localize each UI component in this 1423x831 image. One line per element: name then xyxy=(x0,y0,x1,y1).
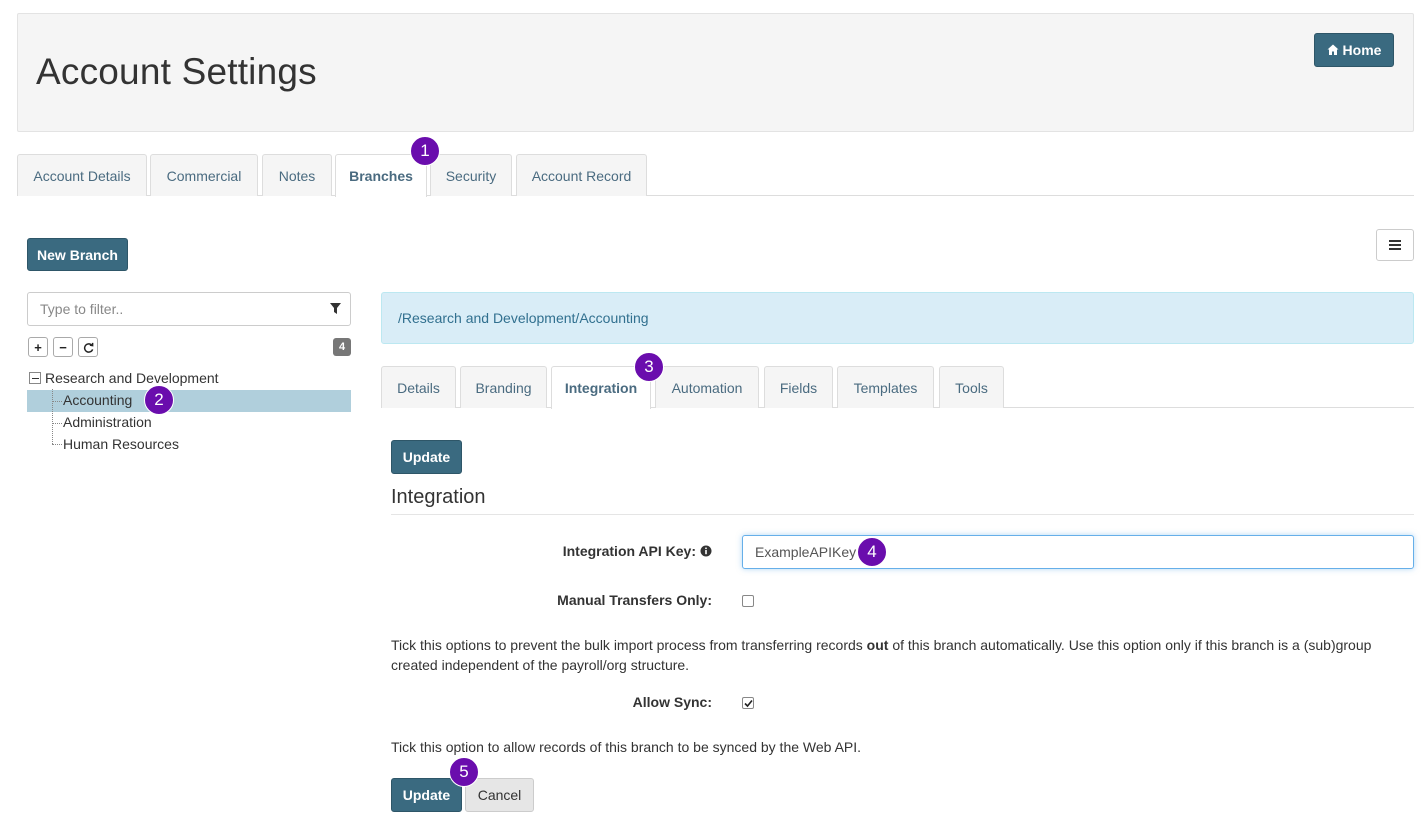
tab-fields[interactable]: Fields xyxy=(764,366,833,408)
api-key-input-wrapper xyxy=(742,535,1414,569)
api-key-input[interactable] xyxy=(743,536,1413,568)
tree-connector xyxy=(52,401,62,402)
branch-count-badge: 4 xyxy=(333,338,351,356)
checkmark-icon xyxy=(743,699,753,707)
tab-label: Templates xyxy=(853,379,918,396)
tree-node-accounting[interactable]: Accounting xyxy=(63,389,132,411)
tab-account-details[interactable]: Account Details xyxy=(17,154,147,196)
hamburger-icon xyxy=(1389,240,1401,250)
tab-label: Notes xyxy=(278,167,316,184)
menu-button[interactable] xyxy=(1376,229,1414,261)
tab-label: Security xyxy=(445,167,497,184)
home-button-label: Home xyxy=(1342,42,1382,58)
tab-label: Account Details xyxy=(33,167,131,184)
branch-path: /Research and Development/Accounting xyxy=(398,310,649,326)
tab-templates[interactable]: Templates xyxy=(837,366,934,408)
manual-transfers-checkbox[interactable] xyxy=(742,595,754,607)
help-emphasis: out xyxy=(866,637,889,653)
tab-label: Branches xyxy=(349,168,413,184)
minus-icon: − xyxy=(59,339,67,355)
tab-security[interactable]: Security xyxy=(430,154,512,196)
expand-all-button[interactable]: + xyxy=(28,337,48,357)
update-button-top[interactable]: Update xyxy=(391,440,462,474)
tab-label: Details xyxy=(397,379,440,396)
tab-commercial[interactable]: Commercial xyxy=(150,154,258,196)
api-key-label-row: Integration API Key: xyxy=(520,543,712,559)
section-title: Integration xyxy=(391,486,486,508)
help-text: Tick this options to prevent the bulk im… xyxy=(391,637,867,653)
allow-sync-label: Allow Sync: xyxy=(632,694,712,710)
tree-connector xyxy=(52,389,53,444)
tab-label: Automation xyxy=(671,379,743,396)
tab-automation[interactable]: Automation xyxy=(655,366,759,408)
tree-node-human-resources[interactable]: Human Resources xyxy=(63,433,179,455)
collapse-all-button[interactable]: − xyxy=(53,337,73,357)
tab-account-record[interactable]: Account Record xyxy=(516,154,647,196)
minus-icon xyxy=(31,377,39,379)
tab-label: Branding xyxy=(475,379,532,396)
tab-label: Integration xyxy=(564,380,638,396)
tab-branding[interactable]: Branding xyxy=(460,366,547,408)
info-icon[interactable] xyxy=(700,545,712,557)
refresh-icon xyxy=(83,342,93,353)
tree-collapse-toggle[interactable] xyxy=(29,372,41,384)
tab-tools[interactable]: Tools xyxy=(939,366,1004,408)
allow-sync-checkbox[interactable] xyxy=(742,697,754,709)
cancel-button[interactable]: Cancel xyxy=(465,778,534,812)
allow-sync-help: Tick this option to allow records of thi… xyxy=(391,739,862,755)
new-branch-button[interactable]: New Branch xyxy=(27,238,128,271)
annotation-badge-3: 3 xyxy=(634,352,664,382)
tab-notes[interactable]: Notes xyxy=(262,154,332,196)
filter-input[interactable] xyxy=(28,293,308,325)
annotation-badge-4: 4 xyxy=(857,537,887,567)
refresh-button[interactable] xyxy=(78,337,98,357)
annotation-badge-2: 2 xyxy=(144,385,174,415)
update-button-bottom[interactable]: Update xyxy=(391,778,462,812)
filter-box xyxy=(27,292,351,326)
tab-label: Commercial xyxy=(166,167,242,184)
home-icon xyxy=(1327,44,1339,55)
home-button[interactable]: Home xyxy=(1314,33,1394,67)
annotation-badge-1: 1 xyxy=(410,136,440,166)
tab-label: Account Record xyxy=(531,167,632,184)
tree-connector xyxy=(52,444,62,445)
tab-label: Tools xyxy=(955,379,988,396)
annotation-badge-5: 5 xyxy=(449,757,479,787)
manual-transfers-help: Tick this options to prevent the bulk im… xyxy=(391,635,1401,675)
tab-label: Fields xyxy=(779,379,818,396)
tree-node-administration[interactable]: Administration xyxy=(63,411,152,433)
api-key-label: Integration API Key: xyxy=(562,543,696,559)
page-title: Account Settings xyxy=(36,51,317,92)
tab-details[interactable]: Details xyxy=(381,366,456,408)
filter-icon[interactable] xyxy=(330,303,341,315)
tree-node-root[interactable]: Research and Development xyxy=(45,367,219,389)
section-divider xyxy=(391,514,1414,515)
tree-connector xyxy=(52,423,62,424)
branch-path-alert: /Research and Development/Accounting xyxy=(381,292,1414,344)
manual-transfers-label: Manual Transfers Only: xyxy=(557,592,712,608)
plus-icon: + xyxy=(34,339,42,355)
